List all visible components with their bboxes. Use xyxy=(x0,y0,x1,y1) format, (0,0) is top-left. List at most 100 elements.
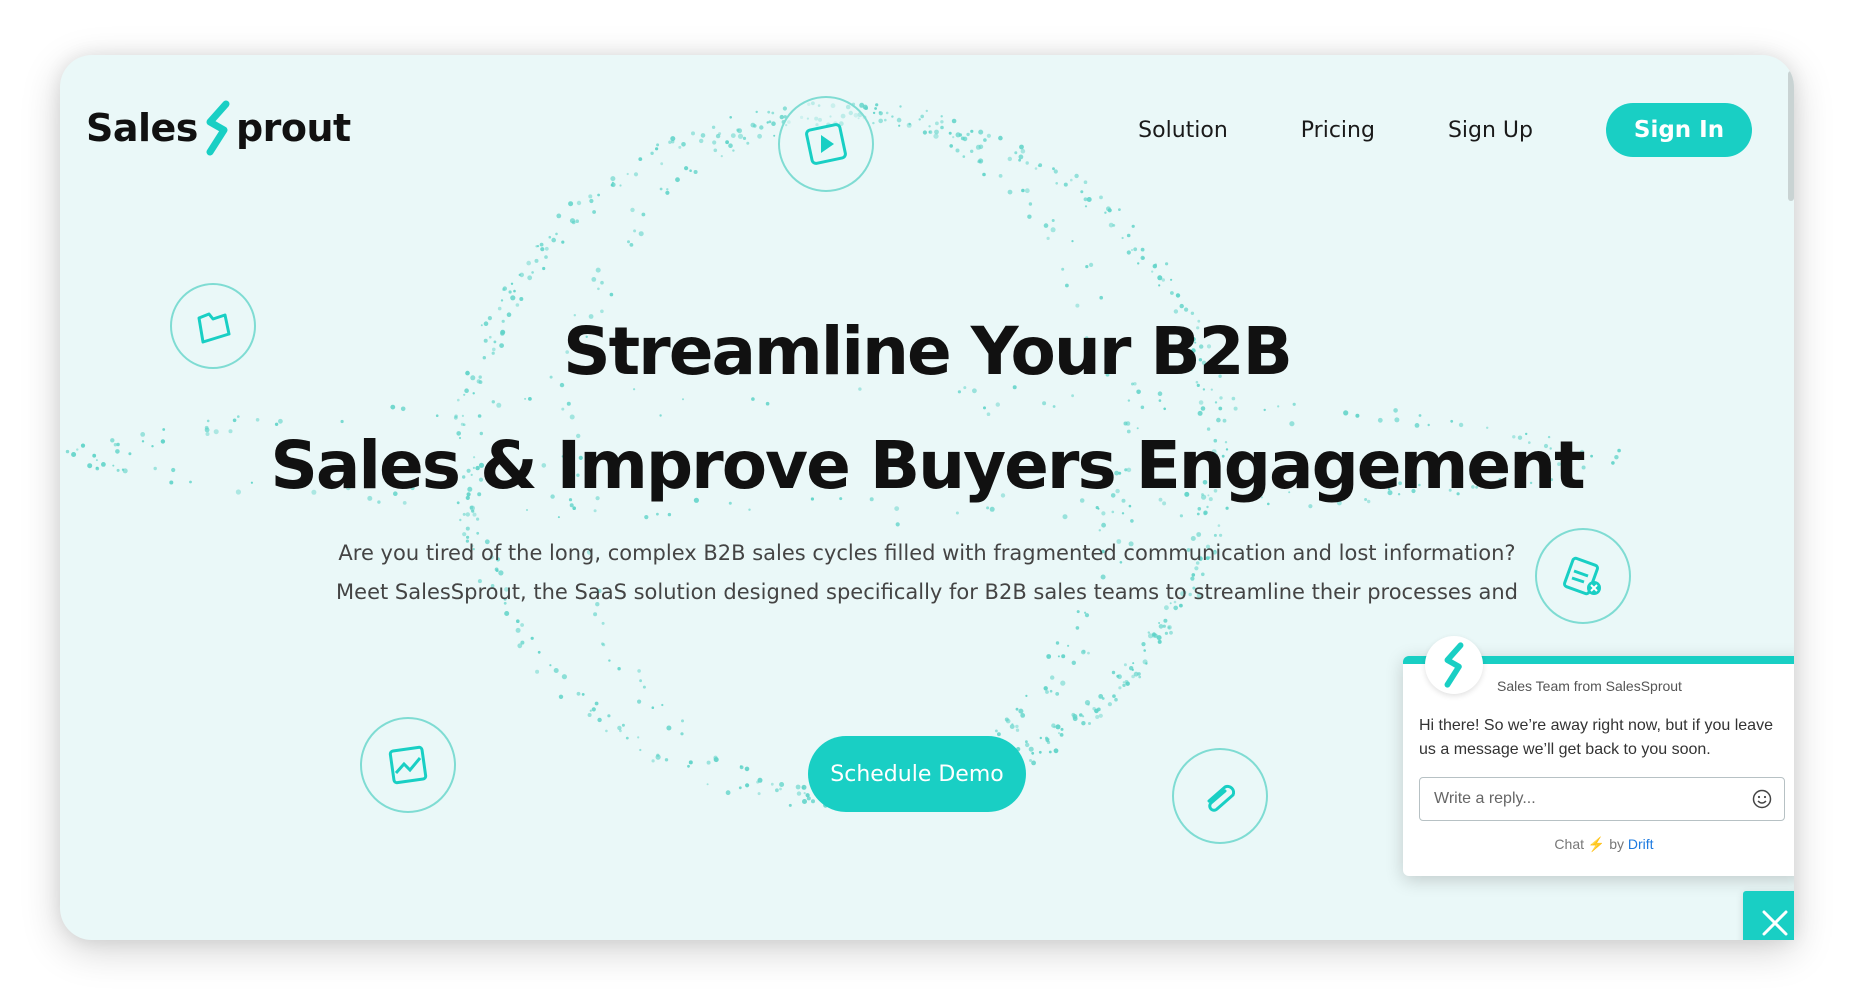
particle-dot xyxy=(1052,167,1055,171)
particle-dot xyxy=(537,650,541,654)
nav-sign-up[interactable]: Sign Up xyxy=(1448,118,1533,143)
particle-dot xyxy=(594,701,599,706)
particle-dot xyxy=(597,287,600,291)
particle-dot xyxy=(1128,504,1132,508)
close-chat-button[interactable] xyxy=(1743,891,1794,940)
particle-dot xyxy=(656,512,659,516)
particle-dot xyxy=(666,188,669,191)
particle-dot xyxy=(651,706,655,709)
particle-dot xyxy=(1071,660,1076,665)
particle-dot xyxy=(691,131,695,136)
particle-dot xyxy=(874,107,877,110)
particle-dot xyxy=(1175,293,1181,298)
particle-dot xyxy=(982,172,986,177)
particle-dot xyxy=(1158,622,1161,624)
particle-dot xyxy=(998,135,1003,141)
particle-dot xyxy=(526,509,528,511)
emoji-icon[interactable] xyxy=(1752,789,1772,809)
particle-dot xyxy=(678,145,682,149)
particle-dot xyxy=(1133,671,1139,677)
particle-dot xyxy=(466,535,470,539)
particle-dot xyxy=(986,506,990,510)
chat-avatar xyxy=(1425,636,1483,694)
particle-dot xyxy=(1133,247,1138,252)
particle-dot xyxy=(576,691,581,696)
particle-dot xyxy=(689,169,692,172)
particle-dot xyxy=(655,147,659,151)
particle-dot xyxy=(725,790,731,796)
chat-reply-field[interactable] xyxy=(1419,777,1785,821)
particle-dot xyxy=(978,129,984,135)
particle-dot xyxy=(1140,247,1145,252)
particle-dot xyxy=(1308,504,1313,509)
particle-dot xyxy=(534,258,539,263)
particle-dot xyxy=(1126,250,1131,255)
particle-dot xyxy=(955,132,961,138)
particle-dot xyxy=(1231,396,1236,401)
particle-dot xyxy=(771,121,776,126)
particle-dot xyxy=(561,674,567,680)
particle-dot xyxy=(940,115,943,118)
particle-dot xyxy=(1158,624,1164,629)
schedule-demo-button[interactable]: Schedule Demo xyxy=(808,736,1026,812)
particle-dot xyxy=(1122,683,1126,687)
particle-dot xyxy=(1020,713,1026,718)
particle-dot xyxy=(592,210,596,214)
particle-dot xyxy=(906,122,912,128)
chat-reply-input[interactable] xyxy=(1432,789,1752,809)
particle-dot xyxy=(1058,732,1060,735)
logo-text-prout: prout xyxy=(235,106,351,150)
particle-dot xyxy=(989,506,995,512)
chat-footer[interactable]: Chat ⚡ by Drift xyxy=(1403,836,1794,853)
particle-dot xyxy=(775,788,779,793)
particle-dot xyxy=(680,732,684,736)
logo[interactable]: Sales prout xyxy=(86,100,351,156)
particle-dot xyxy=(610,176,616,182)
particle-dot xyxy=(1005,718,1011,724)
particle-dot xyxy=(516,619,520,623)
particle-dot xyxy=(955,148,960,153)
chat-footer-drift[interactable]: Drift xyxy=(1628,836,1654,852)
particle-dot xyxy=(1216,417,1221,423)
sign-in-button[interactable]: Sign In xyxy=(1606,103,1752,157)
particle-dot xyxy=(745,783,750,788)
particle-dot xyxy=(1071,240,1074,243)
particle-dot xyxy=(1147,631,1151,634)
play-icon xyxy=(778,96,874,192)
particle-dot xyxy=(435,414,439,418)
particle-dot xyxy=(895,522,900,527)
particle-dot xyxy=(796,791,802,796)
particle-dot xyxy=(1087,703,1090,706)
particle-dot xyxy=(1394,417,1400,423)
nav-solution[interactable]: Solution xyxy=(1138,118,1228,143)
particle-dot xyxy=(884,118,887,122)
particle-dot xyxy=(1218,406,1223,411)
particle-dot xyxy=(656,753,660,757)
particle-dot xyxy=(983,406,986,410)
particle-dot xyxy=(1206,505,1209,509)
particle-dot xyxy=(986,412,991,417)
particle-dot xyxy=(542,266,546,271)
particle-dot xyxy=(1179,303,1184,309)
particle-dot xyxy=(1225,506,1229,510)
particle-dot xyxy=(605,729,608,733)
logo-text-sales: Sales xyxy=(86,106,198,150)
particle-dot xyxy=(510,295,516,301)
particle-dot xyxy=(519,297,524,301)
particle-dot xyxy=(597,193,600,197)
particle-dot xyxy=(1098,529,1102,532)
particle-dot xyxy=(1095,506,1099,510)
particle-dot xyxy=(725,140,729,145)
particle-dot xyxy=(1163,618,1168,623)
particle-dot xyxy=(935,121,939,126)
particle-dot xyxy=(544,246,549,251)
nav-pricing[interactable]: Pricing xyxy=(1301,118,1375,143)
particle-dot xyxy=(898,124,901,127)
particle-dot xyxy=(656,143,660,147)
particle-dot xyxy=(1049,689,1053,693)
particle-dot xyxy=(1173,605,1178,611)
particle-dot xyxy=(1121,512,1125,515)
particle-dot xyxy=(739,765,742,768)
particle-dot xyxy=(508,290,512,294)
particle-dot xyxy=(1051,219,1055,222)
